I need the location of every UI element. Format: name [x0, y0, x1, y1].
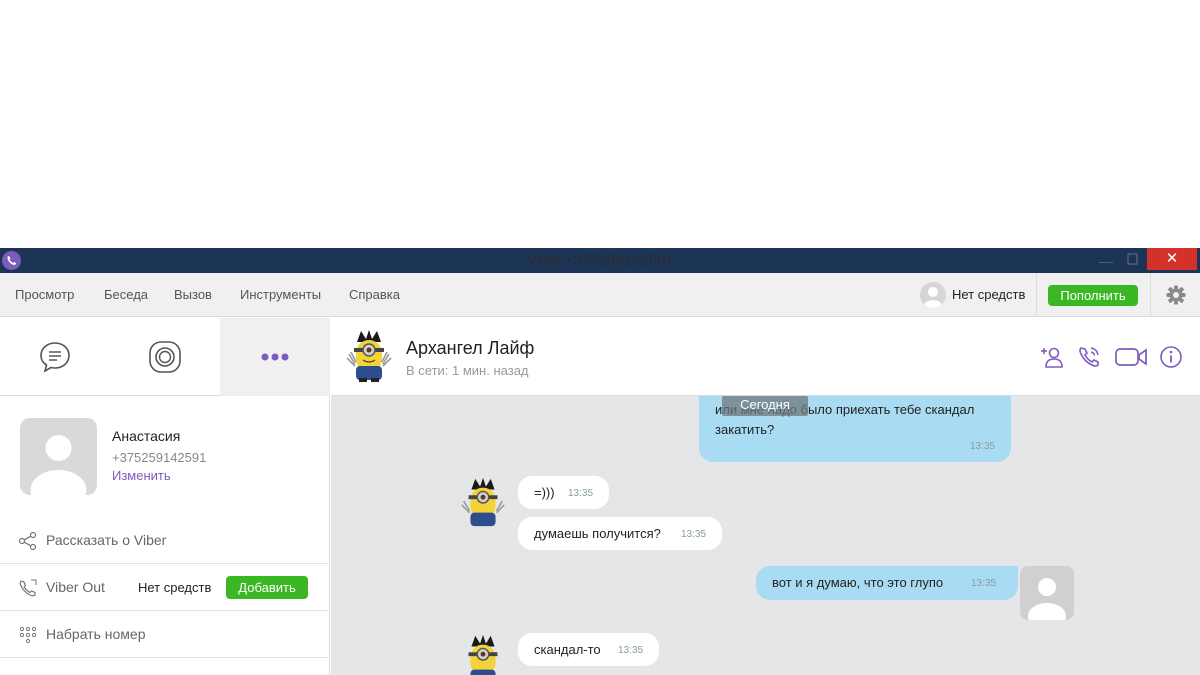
- account-avatar[interactable]: [920, 282, 946, 308]
- message-text: думаешь получится?: [534, 526, 661, 541]
- left-panel: Анастасия +375259142591 Изменить Рассказ…: [0, 318, 330, 675]
- message-text: закатить?: [715, 422, 775, 437]
- more-icon: [261, 353, 289, 361]
- viber-out-balance: Нет средств: [138, 580, 212, 595]
- chat-icon: [40, 342, 70, 373]
- profile-name: Анастасия: [112, 428, 181, 444]
- tell-about-viber-item[interactable]: Рассказать о Viber: [0, 517, 330, 564]
- message-bubble-incoming[interactable]: =))) 13:35: [518, 476, 609, 509]
- message-bubble-outgoing[interactable]: вот и я думаю, что это глупо 13:35: [756, 566, 1018, 600]
- contact-avatar-small[interactable]: [455, 633, 511, 675]
- menu-divider: [1036, 273, 1037, 317]
- add-contact-icon[interactable]: [1039, 345, 1065, 369]
- date-separator: Сегодня: [722, 396, 808, 416]
- message-time: 13:35: [618, 645, 644, 656]
- video-icon[interactable]: [1114, 345, 1148, 369]
- profile-avatar[interactable]: [20, 418, 97, 495]
- message-time: 13:35: [969, 441, 995, 452]
- menu-call[interactable]: Вызов: [174, 273, 212, 317]
- viber-out-label: Viber Out: [46, 579, 105, 595]
- dial-number-label: Набрать номер: [46, 626, 146, 642]
- message-text: скандал-то: [534, 642, 601, 657]
- add-credit-button[interactable]: Добавить: [226, 576, 308, 599]
- dial-number-item[interactable]: Набрать номер: [0, 611, 330, 658]
- message-text: вот и я думаю, что это глупо: [772, 575, 944, 590]
- contact-avatar-small[interactable]: [455, 476, 511, 530]
- dialpad-icon: [19, 626, 37, 644]
- message-bubble-incoming[interactable]: скандал-то 13:35: [518, 633, 659, 666]
- minimize-button[interactable]: —: [1094, 253, 1118, 269]
- menu-bar: Просмотр Беседа Вызов Инструменты Справк…: [0, 273, 1200, 317]
- info-icon[interactable]: [1159, 345, 1185, 369]
- edit-profile-link[interactable]: Изменить: [112, 468, 171, 483]
- title-bar: Viber +375259142591 — ✕: [0, 248, 1200, 273]
- tell-about-viber-label: Рассказать о Viber: [46, 532, 167, 548]
- menu-tools[interactable]: Инструменты: [240, 273, 321, 317]
- chat-header: Архангел Лайф В сети: 1 мин. назад: [331, 318, 1200, 396]
- menu-help[interactable]: Справка: [349, 273, 400, 317]
- my-avatar[interactable]: [1020, 566, 1074, 620]
- close-button[interactable]: ✕: [1147, 248, 1197, 270]
- message-list[interactable]: или мне надо было приехать тебе скандал …: [331, 396, 1200, 675]
- gear-icon[interactable]: [1165, 284, 1187, 306]
- tab-more[interactable]: [220, 318, 330, 396]
- profile-phone: +375259142591: [112, 450, 207, 465]
- viber-window: Viber +375259142591 — ✕ Просмотр Беседа …: [0, 248, 1200, 675]
- message-text: =))): [534, 485, 555, 500]
- call-icon[interactable]: [1076, 345, 1102, 369]
- message-bubble-incoming[interactable]: думаешь получится? 13:35: [518, 517, 722, 550]
- stories-icon: [149, 341, 181, 373]
- contact-status: В сети: 1 мин. назад: [406, 363, 529, 378]
- tab-stories[interactable]: [110, 318, 220, 396]
- message-time: 13:35: [971, 578, 997, 589]
- left-tabs: [0, 318, 330, 396]
- topup-button[interactable]: Пополнить: [1048, 285, 1138, 306]
- window-title: Viber +375259142591: [526, 252, 674, 269]
- contact-avatar[interactable]: [341, 328, 397, 384]
- tab-chats[interactable]: [0, 318, 110, 396]
- contact-name: Архангел Лайф: [406, 338, 535, 358]
- message-time: 13:35: [568, 488, 594, 499]
- menu-conversation[interactable]: Беседа: [104, 273, 148, 317]
- phone-out-icon: [19, 579, 37, 597]
- viber-out-item[interactable]: Viber Out Нет средств Добавить: [0, 564, 330, 611]
- menu-divider: [1150, 273, 1151, 317]
- share-icon: [18, 531, 37, 551]
- maximize-button[interactable]: [1123, 252, 1141, 268]
- message-time: 13:35: [681, 529, 707, 540]
- balance-status: Нет средств: [952, 287, 1026, 302]
- menu-view[interactable]: Просмотр: [15, 273, 74, 317]
